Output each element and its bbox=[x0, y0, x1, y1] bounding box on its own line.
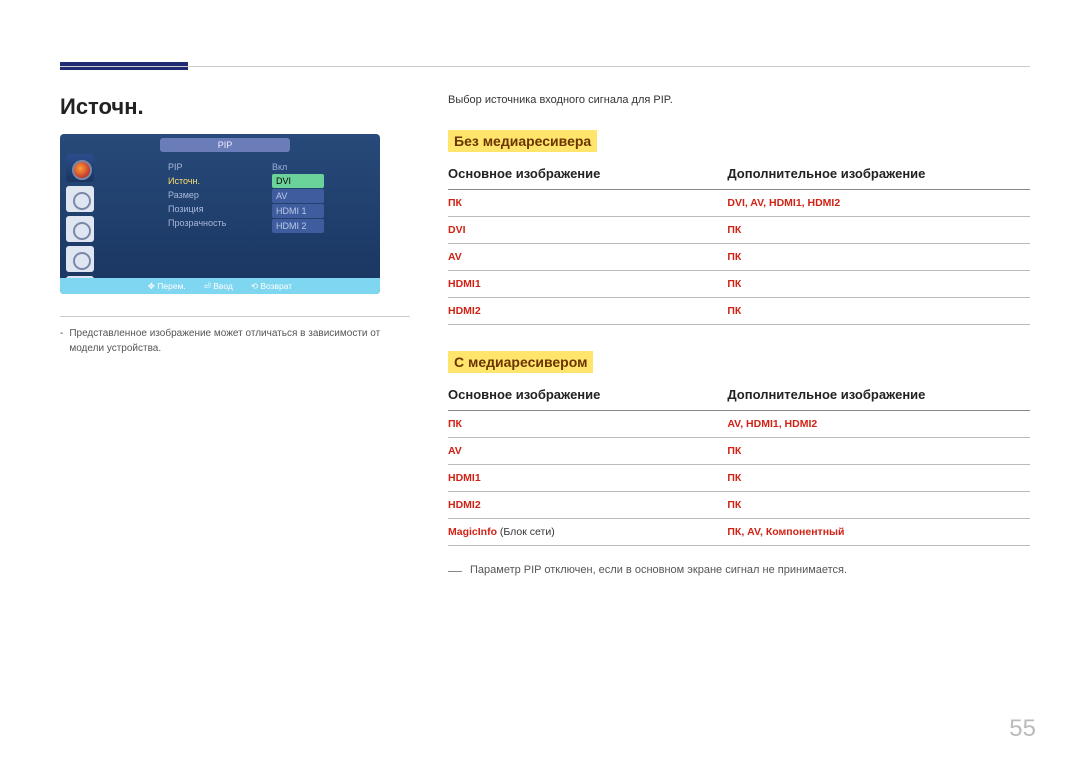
cell-sub: AV, HDMI1, HDMI2 bbox=[727, 411, 1030, 438]
cell-main: ПК bbox=[448, 190, 727, 217]
cell-main: HDMI1 bbox=[448, 465, 727, 492]
subsection-heading: Без медиаресивера bbox=[448, 130, 597, 152]
footnote: Параметр PIP отключен, если в основном э… bbox=[448, 564, 1030, 576]
cell-main: HDMI2 bbox=[448, 492, 727, 519]
osd-menu-item: PIP bbox=[168, 160, 268, 174]
osd-menu-item: Позиция bbox=[168, 202, 268, 216]
cell-sub: ПК bbox=[727, 271, 1030, 298]
cell-sub: DVI, AV, HDMI1, HDMI2 bbox=[727, 190, 1030, 217]
table-with-receiver: Основное изображение Дополнительное изоб… bbox=[448, 381, 1030, 546]
osd-icon bbox=[66, 246, 94, 272]
osd-hint-move: ✥ Перем. bbox=[148, 281, 186, 292]
osd-menu-item: Прозрачность bbox=[168, 216, 268, 230]
osd-menu-item: Размер bbox=[168, 188, 268, 202]
table-row: HDMI1ПК bbox=[448, 271, 1030, 298]
right-column: Выбор источника входного сигнала для PIP… bbox=[448, 94, 1030, 576]
header-rule bbox=[60, 66, 1030, 67]
osd-value-list: Вкл DVI AV HDMI 1 HDMI 2 bbox=[272, 160, 364, 233]
cell-main: AV bbox=[448, 244, 727, 271]
osd-option-highlight: DVI bbox=[272, 174, 324, 188]
table-row: HDMI1ПК bbox=[448, 465, 1030, 492]
osd-footer: ✥ Перем. ⏎ Ввод ⟲ Возврат bbox=[60, 278, 380, 294]
osd-hint-return: ⟲ Возврат bbox=[251, 281, 292, 292]
osd-title: PIP bbox=[160, 138, 290, 152]
table-row: MagicInfo (Блок сети) ПК, AV, Компонентн… bbox=[448, 519, 1030, 546]
cell-main: ПК bbox=[448, 411, 727, 438]
image-caption: - Представленное изображение может отлич… bbox=[60, 327, 410, 356]
osd-hint-enter: ⏎ Ввод bbox=[204, 281, 233, 292]
table-row: HDMI2ПК bbox=[448, 492, 1030, 519]
table-no-receiver: Основное изображение Дополнительное изоб… bbox=[448, 160, 1030, 325]
cell-main: HDMI1 bbox=[448, 271, 727, 298]
osd-menu-item-selected: Источн. bbox=[168, 174, 268, 188]
table-header-main: Основное изображение bbox=[448, 160, 727, 190]
osd-option: HDMI 1 bbox=[272, 204, 324, 218]
table-header-sub: Дополнительное изображение bbox=[727, 160, 1030, 190]
cell-main: MagicInfo (Блок сети) bbox=[448, 519, 727, 546]
dash-icon: - bbox=[60, 327, 63, 356]
osd-icon bbox=[66, 216, 94, 242]
cell-main: AV bbox=[448, 438, 727, 465]
page-number: 55 bbox=[1009, 715, 1036, 743]
table-row: AVПК bbox=[448, 244, 1030, 271]
table-row: HDMI2ПК bbox=[448, 298, 1030, 325]
section-title: Источн. bbox=[60, 94, 410, 120]
cell-main: HDMI2 bbox=[448, 298, 727, 325]
table-row: AVПК bbox=[448, 438, 1030, 465]
osd-menu-list: PIP Источн. Размер Позиция Прозрачность bbox=[168, 160, 268, 230]
cell-sub: ПК, AV, Компонентный bbox=[727, 519, 1030, 546]
osd-icon-sidebar bbox=[66, 154, 156, 294]
osd-option: HDMI 2 bbox=[272, 219, 324, 233]
cell-sub: ПК bbox=[727, 465, 1030, 492]
left-column: Источн. PIP PIP Источн. Размер Позиция П… bbox=[60, 94, 410, 356]
caption-rule bbox=[60, 316, 410, 317]
cell-sub: ПК bbox=[727, 298, 1030, 325]
cell-main: DVI bbox=[448, 217, 727, 244]
osd-icon-active bbox=[66, 154, 94, 182]
intro-text: Выбор источника входного сигнала для PIP… bbox=[448, 94, 1030, 106]
cell-sub: ПК bbox=[727, 244, 1030, 271]
table-row: ПКAV, HDMI1, HDMI2 bbox=[448, 411, 1030, 438]
table-row: ПКDVI, AV, HDMI1, HDMI2 bbox=[448, 190, 1030, 217]
osd-icon bbox=[66, 186, 94, 212]
cell-sub: ПК bbox=[727, 217, 1030, 244]
subsection-heading: С медиаресивером bbox=[448, 351, 593, 373]
cell-sub: ПК bbox=[727, 438, 1030, 465]
osd-value: Вкл bbox=[272, 160, 364, 174]
table-header-sub: Дополнительное изображение bbox=[727, 381, 1030, 411]
table-header-main: Основное изображение bbox=[448, 381, 727, 411]
osd-option: AV bbox=[272, 189, 324, 203]
footnote-text: Параметр PIP отключен, если в основном э… bbox=[470, 564, 847, 576]
footnote-dash-icon bbox=[448, 571, 462, 576]
table-row: DVIПК bbox=[448, 217, 1030, 244]
osd-screenshot: PIP PIP Источн. Размер Позиция Прозрачно… bbox=[60, 134, 380, 294]
cell-sub: ПК bbox=[727, 492, 1030, 519]
caption-text: Представленное изображение может отличат… bbox=[69, 327, 410, 356]
